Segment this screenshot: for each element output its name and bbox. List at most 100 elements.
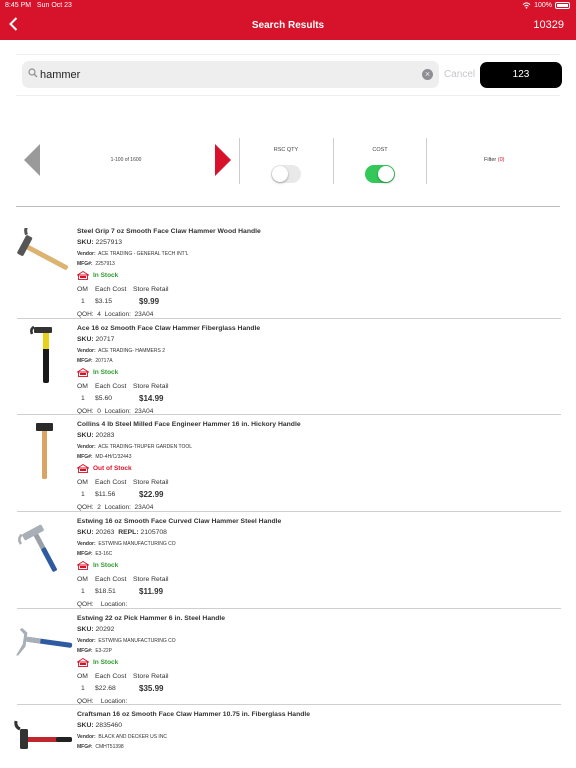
each-cost-value: $11.56 bbox=[95, 491, 116, 499]
filter-button[interactable]: Filter (0) bbox=[484, 157, 505, 163]
hardware-store-icon bbox=[77, 464, 89, 474]
list-item[interactable]: Steel Grip 7 oz Smooth Face Claw Hammer … bbox=[0, 222, 576, 319]
list-item[interactable]: Collins 4 lb Steel Milled Face Engineer … bbox=[0, 415, 576, 513]
list-item[interactable]: Craftsman 16 oz Smooth Face Claw Hammer … bbox=[0, 705, 576, 768]
product-sku: SKU: 20283 bbox=[77, 432, 115, 440]
wifi-icon bbox=[522, 2, 531, 9]
store-retail-value: $35.99 bbox=[139, 683, 164, 693]
stock-label: In Stock bbox=[93, 272, 119, 279]
om-value: 1 bbox=[81, 491, 85, 499]
divider bbox=[239, 138, 240, 184]
rsc-qty-label: RSC QTY bbox=[273, 147, 299, 153]
divider bbox=[16, 206, 560, 207]
om-value: 1 bbox=[81, 298, 85, 305]
engineer-hammer-image bbox=[36, 423, 53, 480]
claw-hammer-image bbox=[17, 228, 69, 270]
product-mfg: MFG#: 2257913 bbox=[77, 261, 115, 267]
store-retail-value: $14.99 bbox=[139, 393, 164, 403]
prev-page-icon[interactable] bbox=[22, 143, 42, 177]
product-vendor: Vendor: ESTWING MANUFACTURING CO bbox=[77, 637, 176, 644]
product-mfg: MFG#: E3-22P bbox=[77, 647, 113, 654]
status-indicators: 100% bbox=[522, 2, 570, 9]
battery-icon bbox=[555, 2, 570, 9]
next-page-icon[interactable] bbox=[213, 143, 233, 177]
cost-label: COST bbox=[372, 147, 388, 153]
store-retail-value: $11.99 bbox=[139, 587, 164, 597]
toggle-knob bbox=[272, 166, 288, 182]
stock-status: In Stock bbox=[77, 657, 119, 667]
stock-label: In Stock bbox=[93, 368, 119, 376]
status-time: 8:45 PM Sun Oct 23 bbox=[5, 2, 72, 9]
list-item[interactable]: Ace 16 oz Smooth Face Claw Hammer Fiberg… bbox=[0, 319, 576, 416]
product-mfg: MFG#: MD-4H/C/32443 bbox=[77, 454, 132, 461]
steel-claw-hammer-image bbox=[18, 524, 57, 572]
toggle-knob bbox=[378, 166, 394, 182]
cancel-button[interactable]: Cancel bbox=[444, 69, 475, 80]
rsc-qty-toggle[interactable] bbox=[271, 165, 301, 183]
each-cost-value: $3.15 bbox=[95, 298, 113, 305]
hardware-store-icon bbox=[77, 657, 89, 667]
om-value: 1 bbox=[81, 394, 85, 402]
product-vendor: Vendor: ACE TRADING - GENERAL TECH INT'L bbox=[77, 251, 189, 257]
nav-bar: 8:45 PM Sun Oct 23 100% Search Results 1… bbox=[0, 0, 576, 40]
pagination-label: 1-100 of 1600 bbox=[110, 157, 142, 163]
stock-label: In Stock bbox=[93, 658, 119, 666]
filter-label: Filter bbox=[484, 157, 497, 163]
each-cost-value: $22.68 bbox=[95, 684, 116, 692]
product-name: Steel Grip 7 oz Smooth Face Claw Hammer … bbox=[77, 228, 261, 235]
product-sku: SKU: 20292 bbox=[77, 625, 115, 633]
om-value: 1 bbox=[81, 684, 85, 692]
product-vendor: Vendor: ACE TRADING- HAMMERS 2 bbox=[77, 347, 166, 354]
craftsman-hammer-image bbox=[14, 721, 72, 750]
stock-label: Out of Stock bbox=[93, 465, 132, 473]
filter-count: (0) bbox=[497, 157, 505, 163]
product-mfg: MFG#: CMHT51398 bbox=[77, 744, 124, 751]
product-sku: SKU: 20717 bbox=[77, 335, 115, 343]
product-name: Collins 4 lb Steel Milled Face Engineer … bbox=[77, 421, 301, 429]
hardware-store-icon bbox=[77, 367, 89, 377]
results-count: 10329 bbox=[533, 19, 564, 31]
each-cost-value: $5.60 bbox=[95, 394, 113, 402]
stock-status: In Stock bbox=[77, 271, 118, 280]
store-retail-value: $22.99 bbox=[139, 490, 164, 500]
product-name: Estwing 22 oz Pick Hammer 6 in. Steel Ha… bbox=[77, 614, 226, 622]
claw-hammer-image bbox=[30, 325, 52, 383]
pick-hammer-image bbox=[16, 627, 73, 656]
search-icon bbox=[28, 68, 38, 78]
list-item[interactable]: Estwing 22 oz Pick Hammer 6 in. Steel Ha… bbox=[0, 609, 576, 706]
product-sku: SKU: 2835460 bbox=[77, 722, 122, 730]
product-name: Estwing 16 oz Smooth Face Curved Claw Ha… bbox=[77, 518, 282, 526]
product-name: Craftsman 16 oz Smooth Face Claw Hammer … bbox=[77, 711, 311, 719]
hardware-store-icon bbox=[77, 271, 89, 280]
product-vendor: Vendor: BLACK AND DECKER US INC bbox=[77, 734, 168, 741]
stock-status: Out of Stock bbox=[77, 464, 132, 474]
battery-percent: 100% bbox=[534, 2, 552, 9]
list-item[interactable]: Estwing 16 oz Smooth Face Curved Claw Ha… bbox=[0, 512, 576, 609]
product-mfg: MFG#: E3-16C bbox=[77, 551, 113, 558]
divider bbox=[16, 95, 560, 96]
om-value: 1 bbox=[81, 588, 85, 596]
numeric-keypad-button[interactable]: 123 bbox=[480, 62, 562, 88]
product-vendor: Vendor: ESTWING MANUFACTURING CO bbox=[77, 541, 176, 548]
product-list[interactable]: Steel Grip 7 oz Smooth Face Claw Hammer … bbox=[0, 222, 576, 768]
cost-toggle[interactable] bbox=[365, 165, 395, 183]
divider bbox=[426, 138, 427, 184]
divider bbox=[16, 54, 560, 55]
search-bar[interactable]: × bbox=[22, 61, 439, 88]
stock-label: In Stock bbox=[93, 562, 119, 570]
product-mfg: MFG#: 20717A bbox=[77, 357, 113, 364]
store-retail-value: $9.99 bbox=[139, 297, 160, 306]
hardware-store-icon bbox=[77, 561, 89, 571]
stock-status: In Stock bbox=[77, 367, 119, 377]
search-input[interactable] bbox=[40, 67, 420, 82]
product-name: Ace 16 oz Smooth Face Claw Hammer Fiberg… bbox=[77, 324, 261, 332]
page-title: Search Results bbox=[251, 20, 325, 31]
product-sku: SKU: 2257913 bbox=[77, 239, 122, 246]
product-vendor: Vendor: ACE TRADING-TRUPER GARDEN TOOL bbox=[77, 444, 193, 451]
each-cost-value: $18.51 bbox=[95, 588, 116, 596]
divider bbox=[333, 138, 334, 184]
stock-status: In Stock bbox=[77, 561, 119, 571]
clear-icon[interactable]: × bbox=[422, 69, 433, 80]
search-results-screen: { "status_bar": {"time": "8:45 PM", "dat… bbox=[0, 0, 576, 768]
product-sku: SKU: 20263 REPL: 2105708 bbox=[77, 529, 167, 537]
